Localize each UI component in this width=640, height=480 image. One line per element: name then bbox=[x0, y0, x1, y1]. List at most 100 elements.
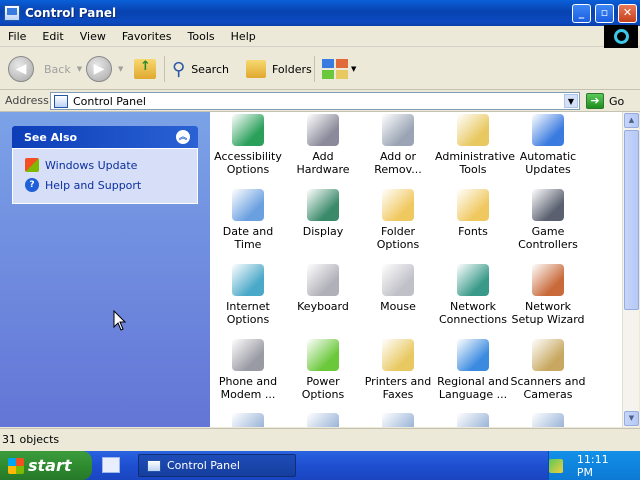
address-input[interactable]: Control Panel ▼ bbox=[50, 92, 580, 110]
date-time-icon bbox=[232, 189, 264, 221]
minimize-button[interactable]: _ bbox=[572, 4, 591, 23]
help-support-link[interactable]: ? Help and Support bbox=[25, 175, 197, 195]
back-button[interactable]: ◀ Back ▼ bbox=[8, 54, 82, 84]
partial-item-icon[interactable] bbox=[532, 413, 564, 427]
views-icon bbox=[322, 59, 348, 79]
views-button[interactable]: ▼ bbox=[322, 54, 356, 84]
collapse-icon[interactable]: ︽ bbox=[176, 130, 190, 144]
item-label: Fonts bbox=[458, 225, 488, 238]
regional-language-icon bbox=[457, 339, 489, 371]
forward-button[interactable]: ▶ ▼ bbox=[86, 54, 123, 84]
control-panel-item[interactable]: Add Hardware bbox=[285, 114, 361, 176]
tray-icon[interactable] bbox=[549, 458, 563, 473]
address-value: Control Panel bbox=[73, 94, 146, 108]
control-panel-item[interactable]: Regional and Language ... bbox=[435, 339, 511, 401]
title-bar[interactable]: Control Panel _ ▫ ✕ bbox=[0, 0, 640, 26]
window-title: Control Panel bbox=[25, 6, 117, 20]
address-label: Address bbox=[5, 94, 49, 107]
control-panel-item[interactable]: Keyboard bbox=[285, 264, 361, 313]
windows-update-link[interactable]: Windows Update bbox=[25, 155, 197, 175]
item-label: Scanners and Cameras bbox=[510, 375, 586, 401]
control-panel-item[interactable]: Power Options bbox=[285, 339, 361, 401]
network-connections-icon bbox=[457, 264, 489, 296]
fonts-icon bbox=[457, 189, 489, 221]
windows-update-label: Windows Update bbox=[45, 158, 138, 172]
menu-view[interactable]: View bbox=[72, 30, 114, 43]
forward-arrow-icon: ▶ bbox=[86, 56, 112, 82]
taskbar-item-label: Control Panel bbox=[167, 459, 240, 472]
accessibility-icon bbox=[232, 114, 264, 146]
menu-help[interactable]: Help bbox=[223, 30, 264, 43]
control-panel-item[interactable]: Date and Time bbox=[210, 189, 286, 251]
printers-faxes-icon bbox=[382, 339, 414, 371]
back-label: Back bbox=[44, 62, 71, 76]
see-also-header[interactable]: See Also ︽ bbox=[12, 126, 198, 148]
control-panel-icon bbox=[4, 5, 20, 21]
scroll-down-button[interactable]: ▼ bbox=[624, 411, 639, 426]
item-label: Display bbox=[302, 225, 344, 238]
control-panel-item[interactable]: Accessibility Options bbox=[210, 114, 286, 176]
control-panel-item[interactable]: Scanners and Cameras bbox=[510, 339, 586, 401]
automatic-updates-icon bbox=[532, 114, 564, 146]
partial-item-icon[interactable] bbox=[457, 413, 489, 427]
phone-modem-icon bbox=[232, 339, 264, 371]
partial-item-icon[interactable] bbox=[307, 413, 339, 427]
search-button[interactable]: ⚲ Search bbox=[172, 54, 229, 84]
item-label: Network Setup Wizard bbox=[511, 300, 585, 326]
up-folder-button[interactable]: ↑ bbox=[134, 54, 156, 84]
forward-dropdown-icon[interactable]: ▼ bbox=[118, 65, 123, 73]
vertical-scrollbar[interactable]: ▲ ▼ bbox=[622, 112, 639, 427]
menu-tools[interactable]: Tools bbox=[180, 30, 223, 43]
partial-item-icon[interactable] bbox=[382, 413, 414, 427]
control-panel-item[interactable]: Mouse bbox=[360, 264, 436, 313]
address-bar: Address Control Panel ▼ ➔ Go bbox=[0, 90, 640, 112]
scanners-cameras-icon bbox=[532, 339, 564, 371]
control-panel-item[interactable]: Administrative Tools bbox=[435, 114, 515, 176]
control-panel-item[interactable]: Phone and Modem ... bbox=[210, 339, 286, 401]
control-panel-item[interactable]: Game Controllers bbox=[510, 189, 586, 251]
control-panel-item[interactable]: Automatic Updates bbox=[510, 114, 586, 176]
system-tray: 11:11 PM bbox=[548, 451, 640, 480]
quick-launch-icon[interactable] bbox=[102, 457, 120, 473]
scroll-up-button[interactable]: ▲ bbox=[624, 113, 639, 128]
folder-options-icon bbox=[382, 189, 414, 221]
close-button[interactable]: ✕ bbox=[618, 4, 637, 23]
windows-flag-icon bbox=[8, 457, 24, 474]
back-dropdown-icon[interactable]: ▼ bbox=[77, 65, 82, 73]
folders-icon bbox=[246, 60, 266, 78]
help-support-label: Help and Support bbox=[45, 178, 142, 192]
partial-item-icon[interactable] bbox=[232, 413, 264, 427]
control-panel-item[interactable]: Folder Options bbox=[360, 189, 436, 251]
add-hardware-icon bbox=[307, 114, 339, 146]
folders-button[interactable]: Folders bbox=[246, 54, 312, 84]
help-icon: ? bbox=[25, 178, 39, 192]
go-button[interactable]: ➔ Go bbox=[586, 93, 624, 109]
item-label: Power Options bbox=[301, 375, 345, 401]
item-label: Accessibility Options bbox=[214, 150, 282, 176]
add-remove-programs-icon bbox=[382, 114, 414, 146]
control-panel-item[interactable]: Printers and Faxes bbox=[360, 339, 436, 401]
control-panel-item[interactable]: Network Setup Wizard bbox=[510, 264, 586, 326]
item-label: Phone and Modem ... bbox=[218, 375, 278, 401]
views-dropdown-icon: ▼ bbox=[351, 65, 357, 73]
folders-label: Folders bbox=[272, 62, 312, 76]
menu-file[interactable]: File bbox=[0, 30, 34, 43]
control-panel-item[interactable]: Internet Options bbox=[210, 264, 286, 326]
item-label: Network Connections bbox=[439, 300, 507, 326]
item-label: Printers and Faxes bbox=[364, 375, 432, 401]
control-panel-item[interactable]: Add or Remov... bbox=[360, 114, 436, 176]
start-button[interactable]: start bbox=[0, 451, 92, 480]
mouse-icon bbox=[382, 264, 414, 296]
address-dropdown-button[interactable]: ▼ bbox=[564, 94, 578, 108]
menu-favorites[interactable]: Favorites bbox=[114, 30, 180, 43]
control-panel-icon bbox=[147, 459, 161, 472]
taskbar-item-control-panel[interactable]: Control Panel bbox=[138, 454, 296, 477]
menu-edit[interactable]: Edit bbox=[34, 30, 71, 43]
control-panel-item[interactable]: Display bbox=[285, 189, 361, 238]
maximize-button[interactable]: ▫ bbox=[595, 4, 614, 23]
item-label: Automatic Updates bbox=[519, 150, 577, 176]
go-arrow-icon: ➔ bbox=[586, 93, 604, 109]
control-panel-item[interactable]: Fonts bbox=[435, 189, 511, 238]
control-panel-item[interactable]: Network Connections bbox=[435, 264, 511, 326]
scroll-thumb[interactable] bbox=[624, 130, 639, 310]
